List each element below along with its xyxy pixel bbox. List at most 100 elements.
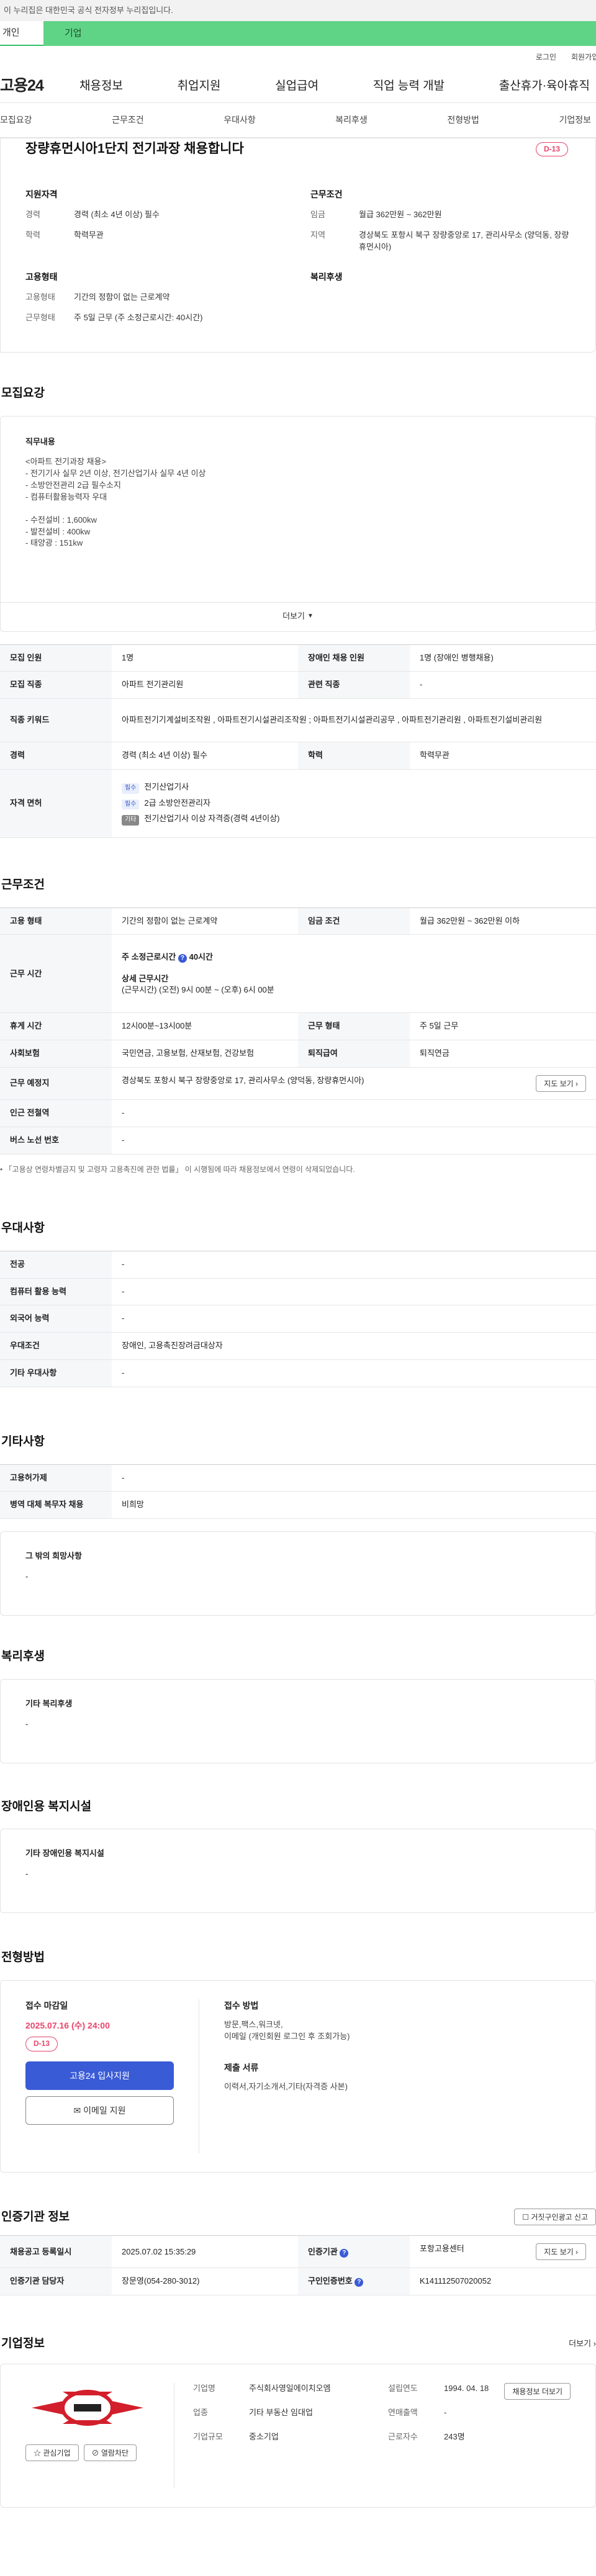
job-summary-card: 장량휴먼시아1단지 전기과장 채용합니다 D-13 지원자격 경력 경력 (최소 … xyxy=(0,138,596,353)
condition-group: 근무조건 임금 월급 362만원 ~ 362만원 지역 경상북도 포항시 북구 장량… xyxy=(310,188,571,262)
duty-line: - 소방안전관리 2급 필수소지 xyxy=(25,480,121,490)
comp-value: 주식회사영일에이치오엠 xyxy=(249,2383,331,2393)
cell-key: 자격 면허 xyxy=(0,769,112,839)
age-note-text: 「고용상 연령차별금지 및 고령자 고용촉진에 관한 법률」 이 시행됨에 따라… xyxy=(4,1164,355,1174)
required-badge: 필수 xyxy=(122,783,140,794)
duty-line: <아파트 전기과장 채용> xyxy=(25,457,107,467)
block-label: 열람차단 xyxy=(101,2449,129,2458)
email-apply-label: 이메일 지원 xyxy=(83,2105,126,2115)
snav-process[interactable]: 전형방법 xyxy=(447,114,479,126)
signup-link[interactable]: 회원가입 xyxy=(571,52,596,63)
cell-key: 채용공고 등록일시 xyxy=(0,2235,112,2269)
report-button[interactable]: ☐ 거짓구인광고 신고 xyxy=(514,2209,596,2226)
benefit-value: - xyxy=(25,1719,29,1729)
menu-parental-leave[interactable]: 출산휴가·육아휴직 xyxy=(499,78,590,95)
map-label: 지도 보기 xyxy=(544,1079,574,1089)
info-icon[interactable]: ? xyxy=(340,2248,349,2258)
benefit-heading: 기타 복리후생 xyxy=(25,1698,73,1708)
map-button[interactable]: 지도 보기 › xyxy=(536,1075,586,1092)
disability-box: 기타 장애인용 복지시설 - xyxy=(0,1829,596,1914)
menu-employment-support[interactable]: 취업지원 xyxy=(178,78,221,95)
cert-table: 채용공고 등록일시 2025.07.02 15:35:29 인증기관 ? 포항고용센터… xyxy=(0,2235,596,2296)
emp-key: 고용형태 xyxy=(25,292,55,302)
company-card: ☆ 관심기업 ⊘ 열람차단 기업명 주식회사영일에이치오엠 업종 기타 부동산 임대… xyxy=(0,2363,596,2508)
apply-button[interactable]: 고용24 입사지원 xyxy=(25,2061,174,2090)
wish-box: 그 밖의 희망사항 - xyxy=(0,1531,596,1616)
org-map-button[interactable]: 지도 보기 › xyxy=(536,2243,586,2261)
company-info: 기업명 주식회사영일에이치오엠 업종 기타 부동산 임대업 기업규모 중소기업 설립연… xyxy=(174,2382,571,2488)
cell-value: K141112507020052 xyxy=(410,2268,596,2296)
cell-key: 근무 시간 xyxy=(0,934,112,1014)
cell-value: 학력무관 xyxy=(410,742,596,770)
org-cell: 포항고용센터 지도 보기 › xyxy=(410,2235,596,2269)
cond-heading: 근무조건 xyxy=(310,189,343,199)
qual-value: 경력 (최소 4년 이상) 필수 xyxy=(74,210,160,220)
method-value: 방문,팩스,워크넷, xyxy=(224,2020,283,2030)
menu-skills[interactable]: 직업 능력 개발 xyxy=(373,78,445,95)
menu-unemployment-benefit[interactable]: 실업급여 xyxy=(275,78,318,95)
comp-key: 업종 xyxy=(193,2407,208,2417)
employment-group: 고용형태 고용형태 기간의 정함이 없는 근로계약 근무형태 주 5일 근무 (주 … xyxy=(25,271,286,333)
gov-banner: 이 누리집은 대한민국 공식 전자정부 누리집입니다. xyxy=(0,0,596,21)
cell-key: 장애인 채용 인원 xyxy=(298,644,410,672)
login-link[interactable]: 로그인 xyxy=(536,52,556,63)
location-value: 경상북도 포항시 북구 장량중앙로 17, 관리사무소 (양덕동, 장량휴먼시아… xyxy=(122,1076,364,1086)
cell-key: 근무 예정지 xyxy=(0,1067,112,1101)
cell-value: 주 5일 근무 xyxy=(410,1012,596,1041)
more-button[interactable]: 더보기 ▼ xyxy=(0,601,596,632)
qual-key: 학력 xyxy=(25,230,40,240)
process-section-title: 전형방법 xyxy=(1,1951,45,1965)
disability-heading: 기타 장애인용 복지시설 xyxy=(25,1849,104,1858)
company-jobs-button[interactable]: 채용정보 더보기 xyxy=(504,2382,571,2400)
comp-value: 기타 부동산 임대업 xyxy=(249,2407,313,2417)
comp-key: 설립연도 xyxy=(388,2383,418,2393)
method-heading: 접수 방법 xyxy=(224,2000,259,2011)
cell-value: - xyxy=(112,1464,596,1492)
company-logo-area: ☆ 관심기업 ⊘ 열람차단 xyxy=(25,2382,174,2488)
company-more-link[interactable]: 더보기 › xyxy=(569,2338,596,2350)
recruit-table: 모집 인원 1명 장애인 채용 인원 1명 (장애인 병행채용) 모집 직종 아파트 전… xyxy=(0,644,596,839)
cell-key: 경력 xyxy=(0,742,112,770)
cell-key: 고용허가제 xyxy=(0,1464,112,1492)
cell-value: 2025.07.02 15:35:29 xyxy=(112,2235,298,2269)
cell-value: 아파트 전기관리원 xyxy=(112,671,298,700)
tab-personal[interactable]: 개인 xyxy=(0,21,43,46)
comp-key: 기업명 xyxy=(193,2383,215,2393)
cert-section-title: 인증기관 정보 xyxy=(1,2210,70,2223)
cell-key: 직종 키워드 xyxy=(0,698,112,743)
cell-value: 비희망 xyxy=(112,1491,596,1520)
cell-value: 12시00분~13시00분 xyxy=(112,1012,298,1041)
block-view-button[interactable]: ⊘ 열람차단 xyxy=(83,2444,137,2462)
duty-line: - 태양광 : 151kw xyxy=(25,538,83,548)
favorite-company-button[interactable]: ☆ 관심기업 xyxy=(25,2444,79,2462)
snav-benefit[interactable]: 복리후생 xyxy=(335,114,368,126)
deadline-heading: 접수 마감일 xyxy=(25,2000,68,2011)
menu-jobs[interactable]: 채용정보 xyxy=(79,78,123,95)
duty-box: 직무내용 <아파트 전기과장 채용> - 전기기사 실무 2년 이상, 전기산업… xyxy=(0,415,596,602)
snav-recruit[interactable]: 모집요강 xyxy=(0,114,32,126)
snav-prefer[interactable]: 우대사항 xyxy=(224,114,256,126)
org-key: 인증기관 xyxy=(308,2246,338,2256)
email-apply-button[interactable]: ✉ 이메일 지원 xyxy=(25,2096,174,2125)
etc-table: 고용허가제 - 병역 대체 복무자 채용 비희망 xyxy=(0,1464,596,1520)
job-title: 장량휴먼시아1단지 전기과장 채용합니다 xyxy=(25,142,244,156)
comp-value: - xyxy=(444,2407,447,2417)
duty-line: - 컴퓨터활용능력자 우대 xyxy=(25,492,107,502)
snav-company[interactable]: 기업정보 xyxy=(559,114,591,126)
company-more-label: 더보기 xyxy=(569,2338,592,2348)
cell-value: 1명 xyxy=(112,644,298,672)
tab-business[interactable]: 기업 xyxy=(43,21,596,46)
snav-work[interactable]: 근무조건 xyxy=(112,114,144,126)
cell-key: 인증기관 ? xyxy=(298,2235,410,2269)
cell-value: - xyxy=(112,1099,596,1127)
cell-key: 관련 직종 xyxy=(298,671,410,700)
main-menu: 채용정보 취업지원 실업급여 직업 능력 개발 출산휴가·육아휴직 xyxy=(55,78,596,95)
weekly-hours-label: 주 소정근로시간 xyxy=(122,952,176,961)
benefit-box: 기타 복리후생 - xyxy=(0,1678,596,1763)
info-icon[interactable]: ? xyxy=(354,2278,364,2287)
etc-section-title: 기타사항 xyxy=(1,1435,45,1448)
site-logo[interactable]: 고용24 xyxy=(0,74,55,97)
cell-value: - xyxy=(410,671,596,700)
emp-heading: 고용형태 xyxy=(25,271,58,282)
apply-box: 접수 마감일 2025.07.16 (수) 24:00 D-13 고용24 입사… xyxy=(0,1979,596,2173)
